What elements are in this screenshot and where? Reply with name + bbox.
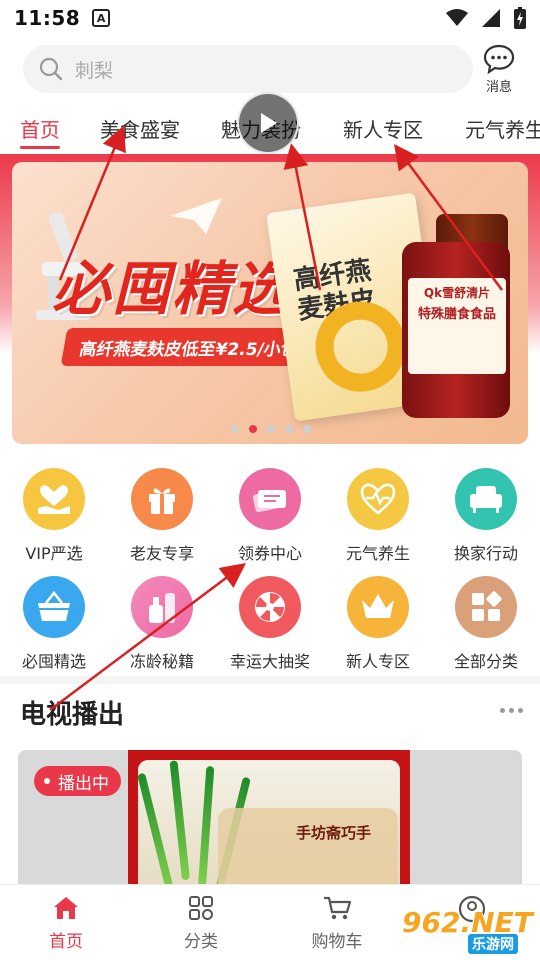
quick-link-vip[interactable]: VIP严选 bbox=[0, 458, 108, 566]
banner-subtitle: 高纤燕麦麸皮低至¥2.5/小包 bbox=[60, 328, 318, 366]
promo-banner[interactable]: 必囤精选 高纤燕麦麸皮低至¥2.5/小包 高纤燕麦麸皮 Qk雪舒清片 特殊膳食食… bbox=[12, 162, 528, 444]
site-watermark: 962.NET 乐游网 bbox=[402, 906, 538, 954]
signal-icon bbox=[482, 9, 500, 27]
crown-icon bbox=[347, 576, 409, 638]
live-badge: 播出中 bbox=[34, 766, 121, 796]
tab-health[interactable]: 元气养生 bbox=[465, 114, 540, 143]
heartbeat-icon bbox=[347, 468, 409, 530]
cart-icon bbox=[324, 896, 352, 920]
quick-link-label: 换家行动 bbox=[453, 544, 518, 563]
quick-link-grid: VIP严选 老友专享 领券中心 元气养生 换家行动 必囤精选 冻龄秘籍 幸运大抽… bbox=[0, 458, 540, 674]
status-time: 11:58 bbox=[14, 6, 81, 30]
nav-category[interactable]: 分类 bbox=[151, 895, 251, 952]
quick-link-label: 必囤精选 bbox=[21, 652, 86, 671]
category-grid-icon bbox=[455, 576, 517, 638]
category-icon bbox=[189, 896, 213, 920]
notification-a-icon: A bbox=[92, 9, 111, 27]
active-tab-indicator bbox=[20, 146, 60, 149]
food-package bbox=[218, 808, 398, 890]
quick-link-health[interactable]: 元气养生 bbox=[324, 458, 432, 566]
nav-home-label: 首页 bbox=[49, 932, 83, 952]
quick-link-anti-aging[interactable]: 冻龄秘籍 bbox=[108, 566, 216, 674]
quick-link-label: 元气养生 bbox=[345, 544, 410, 563]
bottle-label-line2: 特殊膳食食品 bbox=[417, 307, 496, 322]
quick-link-lucky-draw[interactable]: 幸运大抽奖 bbox=[216, 566, 324, 674]
message-label: 消息 bbox=[485, 80, 512, 95]
basket-icon bbox=[23, 576, 85, 638]
tv-section-title: 电视播出 bbox=[20, 700, 125, 730]
section-divider bbox=[0, 676, 540, 684]
play-button[interactable] bbox=[237, 92, 299, 154]
live-badge-label: 播出中 bbox=[58, 773, 109, 794]
quick-link-label: 领券中心 bbox=[237, 544, 302, 563]
tab-home[interactable]: 首页 bbox=[20, 114, 60, 143]
quick-link-label: 幸运大抽奖 bbox=[229, 652, 310, 671]
paper-plane-icon bbox=[170, 198, 222, 234]
wifi-icon bbox=[446, 9, 468, 26]
quick-link-label: 老友专享 bbox=[129, 544, 194, 563]
sofa-icon bbox=[455, 468, 517, 530]
banner-dot[interactable] bbox=[231, 425, 239, 433]
more-options-icon[interactable] bbox=[500, 708, 523, 713]
message-button[interactable]: 消息 bbox=[476, 44, 522, 95]
banner-dot[interactable] bbox=[303, 425, 311, 433]
quick-link-newcomer[interactable]: 新人专区 bbox=[324, 566, 432, 674]
home-icon bbox=[54, 897, 78, 919]
search-input[interactable]: 刺梨 bbox=[23, 45, 473, 93]
banner-dot[interactable] bbox=[285, 425, 293, 433]
vip-heart-hand-icon bbox=[23, 468, 85, 530]
banner-dot-active[interactable] bbox=[249, 425, 257, 433]
nav-home[interactable]: 首页 bbox=[16, 895, 116, 952]
bottle-label-line1: Qk雪舒清片 bbox=[423, 286, 491, 300]
quick-link-label: VIP严选 bbox=[25, 544, 83, 563]
tab-food[interactable]: 美食盛宴 bbox=[100, 114, 180, 143]
gift-box-icon bbox=[131, 468, 193, 530]
quick-link-label: 新人专区 bbox=[345, 652, 410, 671]
quick-link-all-categories[interactable]: 全部分类 bbox=[432, 566, 540, 674]
battery-icon bbox=[514, 7, 526, 29]
lucky-wheel-icon bbox=[239, 576, 301, 638]
cosmetics-icon bbox=[131, 576, 193, 638]
quick-link-label: 全部分类 bbox=[453, 652, 518, 671]
status-bar: 11:58 A bbox=[0, 0, 540, 36]
package-text: 手坊斋巧手 bbox=[296, 824, 372, 842]
quick-link-home-refresh[interactable]: 换家行动 bbox=[432, 458, 540, 566]
banner-pagination bbox=[231, 425, 311, 433]
quick-link-coupons[interactable]: 领券中心 bbox=[216, 458, 324, 566]
nav-category-label: 分类 bbox=[184, 932, 218, 952]
nav-cart[interactable]: 购物车 bbox=[287, 895, 387, 952]
quick-link-label: 冻龄秘籍 bbox=[129, 652, 194, 671]
bottle-label: Qk雪舒清片 特殊膳食食品 bbox=[408, 278, 506, 374]
tab-newcomer[interactable]: 新人专区 bbox=[343, 114, 423, 143]
banner-dot[interactable] bbox=[267, 425, 275, 433]
watermark-sub: 乐游网 bbox=[468, 934, 518, 954]
quick-link-old-friend[interactable]: 老友专享 bbox=[108, 458, 216, 566]
quick-link-must-buy[interactable]: 必囤精选 bbox=[0, 566, 108, 674]
search-placeholder: 刺梨 bbox=[75, 59, 114, 82]
search-icon bbox=[39, 57, 63, 81]
coupon-icon bbox=[239, 468, 301, 530]
play-icon bbox=[261, 113, 277, 133]
banner-title: 必囤精选 bbox=[52, 255, 293, 323]
nav-cart-label: 购物车 bbox=[311, 932, 363, 952]
chat-bubble-icon bbox=[483, 44, 515, 74]
